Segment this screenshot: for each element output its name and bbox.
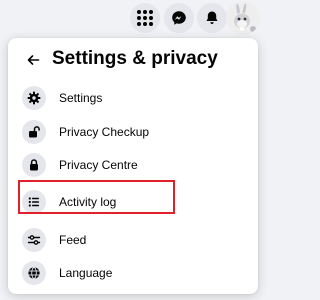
page-title: Settings & privacy [52, 48, 218, 69]
sliders-icon [22, 228, 46, 252]
list-icon [22, 190, 46, 214]
menu-button[interactable] [130, 3, 160, 33]
bell-icon [206, 11, 218, 25]
menu-item-label: Settings [59, 91, 103, 105]
top-bar [0, 0, 265, 36]
lock-icon [22, 153, 46, 177]
avatar[interactable] [226, 1, 260, 35]
arrow-left-icon [27, 55, 40, 65]
panel-header: Settings & privacy [8, 38, 258, 82]
settings-privacy-panel: Settings & privacy Settings Privacy Chec… [8, 38, 258, 294]
menu-item-feed[interactable]: Feed [16, 223, 250, 257]
notifications-button[interactable] [197, 3, 227, 33]
menu-item-label: Feed [59, 233, 87, 247]
menu-item-language[interactable]: Language [16, 256, 250, 290]
menu-item-label: Activity log [59, 195, 117, 209]
back-button[interactable] [20, 47, 46, 73]
menu-item-label: Language [59, 266, 113, 280]
gear-icon [22, 86, 46, 110]
lock-open-icon [22, 120, 46, 144]
menu-item-privacy-checkup[interactable]: Privacy Checkup [16, 115, 250, 149]
menu-item-label: Privacy Checkup [59, 125, 150, 139]
bunny-avatar-icon [226, 1, 260, 35]
menu-item-activity-log[interactable]: Activity log [16, 185, 250, 219]
globe-icon [22, 261, 46, 285]
menu-grid-icon [137, 10, 153, 26]
messenger-button[interactable] [164, 3, 194, 33]
menu-item-privacy-centre[interactable]: Privacy Centre [16, 148, 250, 182]
messenger-icon [172, 11, 186, 25]
menu-item-settings[interactable]: Settings [16, 81, 250, 115]
menu-item-label: Privacy Centre [59, 158, 138, 172]
